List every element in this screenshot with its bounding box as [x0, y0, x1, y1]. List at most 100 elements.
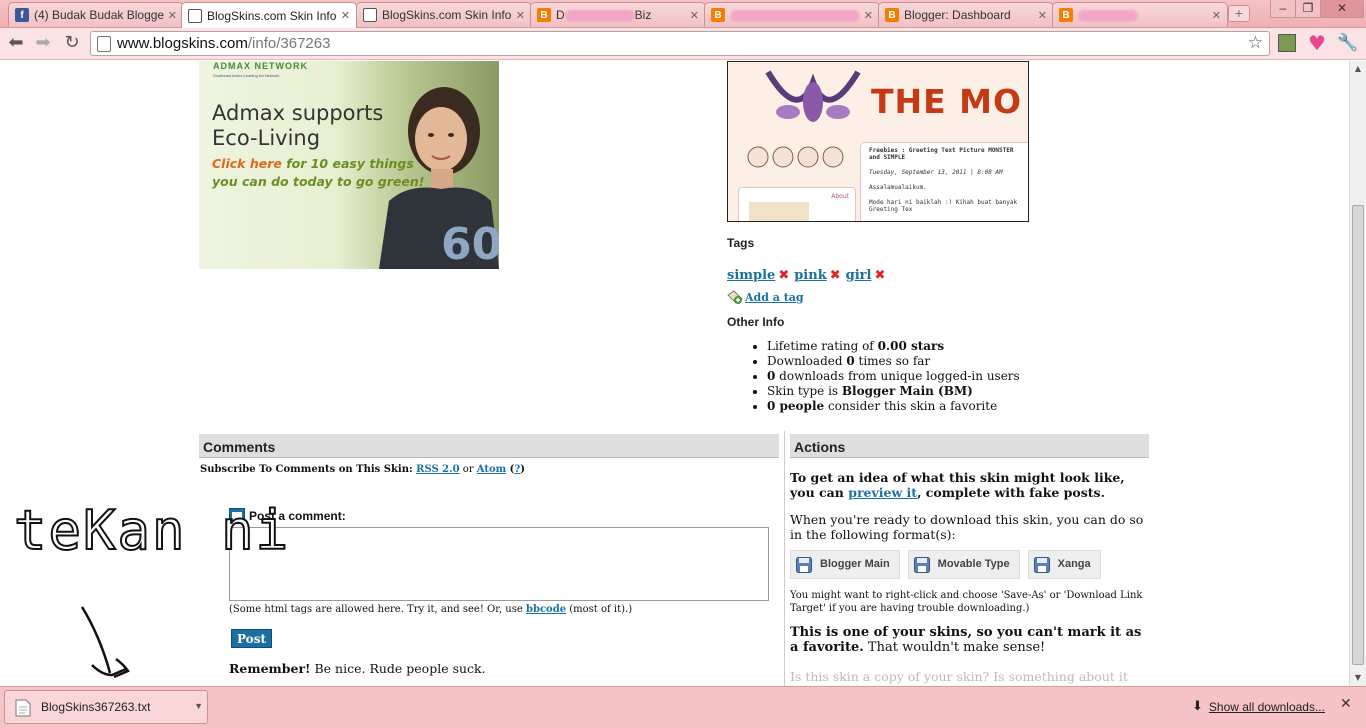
- blogskins-icon: ◎: [188, 8, 202, 23]
- restore-button[interactable]: ❐: [1295, 0, 1321, 18]
- remember-note: Remember! Be nice. Rude people suck.: [229, 661, 486, 676]
- subscribe-line: Subscribe To Comments on This Skin: RSS …: [200, 464, 526, 475]
- preview-post-body: Assalamualaikum.: [869, 184, 927, 191]
- download-item[interactable]: BlogSkins367263.txt ▼: [4, 690, 208, 724]
- comment-textarea[interactable]: [229, 527, 769, 601]
- blogskins-icon: ◎: [363, 8, 377, 22]
- tab-close-icon[interactable]: ✕: [690, 9, 699, 22]
- post-comment-button[interactable]: Post: [231, 629, 272, 648]
- tab-close-icon[interactable]: ✕: [516, 9, 525, 22]
- tag-list: simple ✖ pink ✖ girl ✖: [727, 268, 890, 283]
- blogger-icon: B: [711, 8, 725, 22]
- redacted-text: [564, 9, 635, 22]
- scroll-down-icon[interactable]: ▼: [1350, 670, 1366, 686]
- preview-post-box: Freebies : Greeting Text Picture MONSTER…: [860, 142, 1028, 221]
- download-movable-type-button[interactable]: Movable Type: [907, 550, 1020, 579]
- tab-blogger-2[interactable]: B ✕: [704, 2, 880, 27]
- other-info-list: Lifetime rating of 0.00 stars Downloaded…: [767, 339, 1020, 414]
- vertical-scrollbar[interactable]: ▲ ▼: [1349, 61, 1366, 686]
- copy-report-text: Is this skin a copy of your skin? Is som…: [790, 669, 1128, 684]
- tab-title-suffix: Biz: [634, 8, 652, 22]
- minimize-button[interactable]: –: [1270, 0, 1296, 18]
- page-icon: [97, 35, 111, 52]
- ad-brand-sub: Southeast Asia's Leading Ad Network: [213, 73, 280, 78]
- help-link[interactable]: ?: [514, 464, 520, 475]
- handwritten-annotation: teKan ni: [13, 499, 291, 562]
- add-tag-link[interactable]: Add a tag: [745, 291, 804, 304]
- download-blogger-main-button[interactable]: Blogger Main: [790, 550, 900, 579]
- bbcode-link[interactable]: bbcode: [526, 604, 566, 615]
- preview-sidebar-box: About: [738, 187, 856, 221]
- tab-title: (4) Budak Budak Blogge: [34, 8, 164, 22]
- scrollbar-thumb[interactable]: [1352, 205, 1364, 665]
- tab-title: BlogSkins.com Skin Info: [207, 8, 337, 23]
- tab-blogskins[interactable]: ◎ BlogSkins.com Skin Info ✕: [356, 2, 532, 27]
- preview-post-title: Freebies : Greeting Text Picture MONSTER…: [869, 147, 1014, 161]
- tab-blogger-1[interactable]: B D Biz ✕: [530, 2, 706, 27]
- blogger-icon: B: [885, 8, 899, 22]
- forward-arrow-icon[interactable]: ➡: [31, 32, 55, 56]
- save-as-note: You might want to right-click and choose…: [790, 590, 1143, 614]
- preview-side-label: About: [831, 193, 849, 200]
- other-info-heading: Other Info: [727, 315, 785, 329]
- tag-link-simple[interactable]: simple: [727, 268, 775, 283]
- comments-heading: Comments: [199, 434, 779, 458]
- back-arrow-icon[interactable]: ⬅: [4, 32, 28, 56]
- redacted-text: [730, 9, 860, 22]
- cartoon-girls-icon: [747, 146, 844, 168]
- tab-strip: f (4) Budak Budak Blogge ✕ ◎ BlogSkins.c…: [0, 0, 1366, 28]
- ad-cta-bold: Click here: [212, 156, 282, 171]
- show-all-downloads-link[interactable]: Show all downloads...: [1209, 700, 1325, 714]
- reload-icon[interactable]: ↻: [60, 32, 84, 56]
- tab-close-icon[interactable]: ✕: [864, 9, 873, 22]
- blogger-icon: B: [537, 8, 551, 22]
- remove-tag-icon[interactable]: ✖: [874, 268, 885, 283]
- ad-cta-rest: for 10 easy things: [281, 156, 414, 171]
- close-shelf-icon[interactable]: ✕: [1340, 696, 1352, 712]
- actions-heading: Actions: [790, 434, 1149, 458]
- redacted-text: [1078, 9, 1138, 22]
- list-item: 0 downloads from unique logged-in users: [767, 369, 1020, 384]
- tab-close-icon[interactable]: ✕: [341, 9, 350, 22]
- preview-skin-link[interactable]: preview it: [848, 485, 917, 500]
- tab-blogger-dashboard[interactable]: B Blogger: Dashboard ✕: [878, 2, 1054, 27]
- tab-close-icon[interactable]: ✕: [1212, 9, 1221, 22]
- format-buttons: Blogger Main Movable Type Xanga: [790, 550, 1150, 579]
- tag-link-girl[interactable]: girl: [846, 268, 872, 283]
- download-filename: BlogSkins367263.txt: [41, 700, 151, 714]
- tag-link-pink[interactable]: pink: [794, 268, 827, 283]
- blogger-icon: B: [1059, 8, 1073, 22]
- address-bar[interactable]: www.blogskins.com/info/367263 ☆: [90, 31, 1270, 56]
- tab-close-icon[interactable]: ✕: [168, 9, 177, 22]
- tab-facebook[interactable]: f (4) Budak Budak Blogge ✕: [8, 2, 184, 27]
- new-tab-button[interactable]: +: [1228, 5, 1250, 22]
- remove-tag-icon[interactable]: ✖: [778, 268, 789, 283]
- scroll-up-icon[interactable]: ▲: [1350, 61, 1366, 77]
- close-window-button[interactable]: ✕: [1320, 0, 1364, 18]
- floppy-disk-icon: [1033, 556, 1050, 573]
- tab-title: D: [556, 8, 565, 22]
- floppy-disk-icon: [796, 556, 812, 573]
- actions-panel: To get an idea of what this skin might l…: [790, 470, 1150, 684]
- url-path: /info/367263: [247, 35, 331, 52]
- text-file-icon: [15, 699, 31, 717]
- skin-preview-image[interactable]: THE MO Freebies : Greeting Text Picture …: [727, 61, 1029, 222]
- download-menu-caret-icon[interactable]: ▼: [194, 701, 203, 711]
- ad-banner[interactable]: ADMAX NETWORK Southeast Asia's Leading A…: [199, 61, 499, 269]
- tab-blogger-3[interactable]: B ✕: [1052, 2, 1228, 27]
- hand-drawn-arrow-icon: [80, 606, 130, 679]
- bookmark-star-icon[interactable]: ☆: [1248, 33, 1263, 53]
- extension-picture-icon[interactable]: [1278, 34, 1296, 52]
- wrench-icon[interactable]: 🔧: [1337, 33, 1358, 53]
- tab-title: BlogSkins.com Skin Info: [382, 8, 512, 22]
- remove-tag-icon[interactable]: ✖: [830, 268, 841, 283]
- rss-link[interactable]: RSS 2.0: [416, 464, 459, 475]
- tab-blogskins-active[interactable]: ◎ BlogSkins.com Skin Info ✕: [181, 2, 357, 28]
- add-tag-row: Add a tag: [727, 290, 804, 304]
- preview-post-meta: Tuesday, September 13, 2011 | 8:08 AM: [869, 169, 1003, 176]
- atom-link[interactable]: Atom: [477, 464, 506, 475]
- list-item: 0 people consider this skin a favorite: [767, 399, 1020, 414]
- heart-icon[interactable]: ♥: [1307, 33, 1327, 53]
- download-xanga-button[interactable]: Xanga: [1027, 550, 1101, 579]
- tab-close-icon[interactable]: ✕: [1038, 9, 1047, 22]
